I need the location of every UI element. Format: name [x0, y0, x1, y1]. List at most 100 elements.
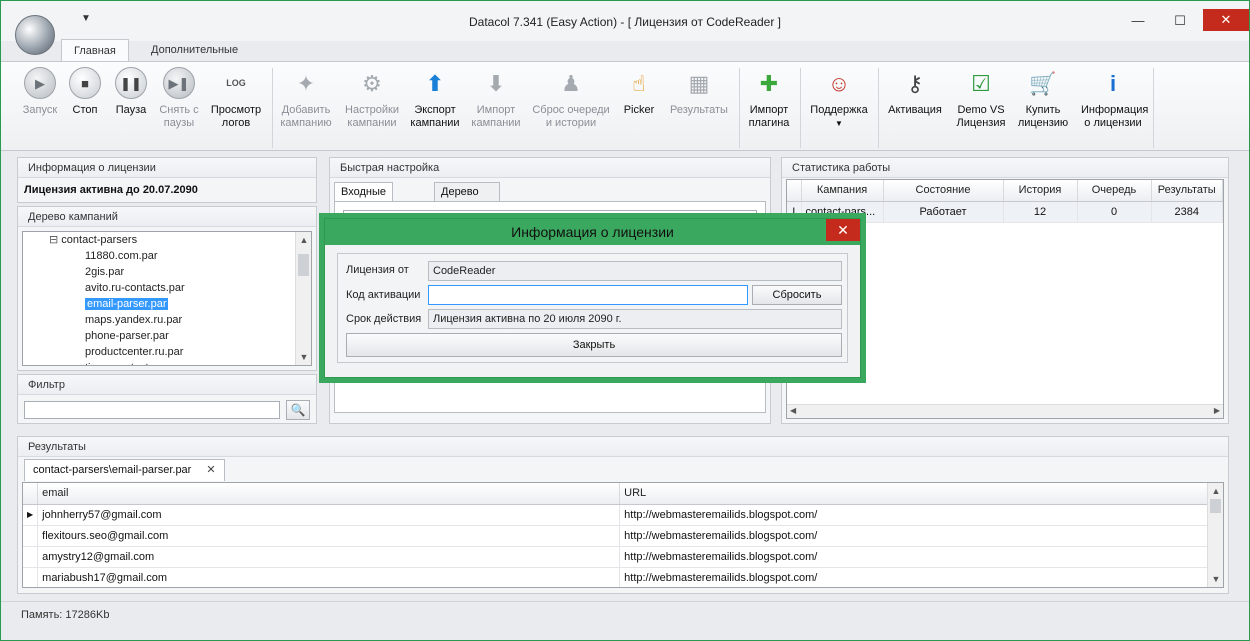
checklist-button[interactable]: ☑ Demo VS Лицензия	[949, 66, 1013, 130]
scroll-left-icon[interactable]: ◀	[790, 406, 796, 415]
search-icon[interactable]: 🔍	[286, 400, 310, 420]
results-table-icon: ▦	[688, 70, 710, 96]
tree-scrollbar[interactable]: ▲ ▼	[295, 232, 311, 365]
scroll-up-icon[interactable]: ▲	[1208, 483, 1223, 499]
log-button[interactable]: LOG Просмотр логов	[205, 66, 267, 130]
tab-additional[interactable]: Дополнительные	[139, 39, 250, 61]
cell-url: http://webmasteremailids.blogspot.com/	[619, 567, 1223, 587]
scroll-up-icon[interactable]: ▲	[296, 232, 311, 248]
col-queue[interactable]: Очередь	[1077, 180, 1152, 202]
stats-horizontal-scrollbar[interactable]: ◀ ▶	[787, 404, 1223, 418]
term-label: Срок действия	[346, 313, 422, 325]
maximize-button[interactable]: ☐	[1165, 11, 1195, 31]
cell-url: http://webmasteremailids.blogspot.com/	[619, 504, 1223, 526]
license-dialog: Информация о лицензии ✕ Лицензия от Code…	[324, 218, 861, 378]
tree-item[interactable]: tiu.ru-contacts.par	[23, 360, 311, 365]
info-button[interactable]: i Информация о лицензии	[1081, 66, 1148, 130]
ribbon: ▶ Запуск ■ Стоп ❚❚ Пауза ▶❚ Снять с паузы LOG Про…	[1, 61, 1249, 151]
results-table-button[interactable]: ▦ Результаты	[665, 66, 733, 117]
col-url[interactable]: URL	[619, 483, 1223, 505]
resume-button[interactable]: ▶❚ Снять с паузы	[149, 66, 209, 130]
scroll-down-icon[interactable]: ▼	[1208, 571, 1223, 587]
scroll-right-icon[interactable]: ▶	[1214, 406, 1220, 415]
tree-item[interactable]: avito.ru-contacts.par	[23, 280, 311, 296]
col-campaign[interactable]: Кампания	[801, 180, 884, 202]
gears-icon: ⚙	[362, 70, 382, 96]
import-arrow-button[interactable]: ⬇ Импорт кампании	[467, 66, 525, 130]
magic-wand-button[interactable]: ✦ Добавить кампанию	[275, 66, 337, 130]
term-field: Лицензия активна по 20 июля 2090 г.	[428, 309, 842, 329]
license-status-text: Лицензия активна до 20.07.2090	[24, 184, 198, 196]
picker-hand-button[interactable]: ☝ Picker	[609, 66, 669, 117]
people-reset-icon: ♟	[561, 70, 581, 96]
dialog-close-button[interactable]: ✕	[826, 219, 860, 241]
ribbon-button-label: Экспорт кампании	[410, 104, 460, 129]
stop-icon: ■	[68, 66, 102, 100]
ribbon-button-label: Просмотр логов	[210, 104, 262, 129]
results-scrollbar[interactable]: ▲ ▼	[1207, 483, 1223, 587]
row-marker	[23, 525, 39, 547]
key-button[interactable]: ⚷ Активация	[881, 66, 949, 117]
close-button[interactable]: ✕	[1203, 9, 1249, 31]
scroll-down-icon[interactable]: ▼	[296, 349, 311, 365]
activation-code-label: Код активации	[346, 289, 421, 301]
ribbon-button-label: Добавить кампанию	[280, 104, 332, 129]
dialog-title-bar: Информация о лицензии ✕	[325, 219, 860, 245]
cart-button[interactable]: 🛒 Купить лицензию	[1011, 66, 1075, 130]
campaign-tree[interactable]: ⊟ contact-parsers 11880.com.par 2gis.par a…	[22, 231, 312, 366]
magic-wand-icon: ✦	[296, 70, 316, 96]
table-row[interactable]: mariabush17@gmail.com http://webmasterema…	[23, 567, 1223, 587]
results-table[interactable]: email URL ▶ johnherry57@gmail.com http://w…	[22, 482, 1224, 588]
col-email[interactable]: email	[37, 483, 621, 505]
dialog-body: Лицензия от CodeReader Код активации Сбр…	[337, 253, 848, 363]
tab-close-icon[interactable]: ✕	[206, 464, 215, 476]
tree-item[interactable]: productcenter.ru.par	[23, 344, 311, 360]
ribbon-separator	[1153, 68, 1154, 148]
col-results[interactable]: Результаты	[1151, 180, 1223, 202]
tree-folder-item[interactable]: ⊟ contact-parsers	[23, 232, 311, 248]
dialog-close-action-button[interactable]: Закрыть	[346, 333, 842, 357]
results-tab[interactable]: contact-parsers\email-parser.par ✕	[24, 459, 225, 481]
table-row[interactable]: amystry12@gmail.com http://webmasteremail…	[23, 546, 1223, 568]
results-title: Результаты	[18, 437, 1228, 457]
activation-code-input[interactable]	[428, 285, 748, 305]
col-state[interactable]: Состояние	[883, 180, 1004, 202]
cell-email: amystry12@gmail.com	[37, 546, 621, 568]
tree-item[interactable]: maps.yandex.ru.par	[23, 312, 311, 328]
table-row[interactable]: ▶ johnherry57@gmail.com http://webmasterem…	[23, 504, 1223, 526]
tab-quick-setup-tree[interactable]: Дерево быстрой настройки	[434, 182, 501, 234]
gears-button[interactable]: ⚙ Настройки кампании	[341, 66, 403, 130]
memory-status: Память: 17286Kb	[21, 609, 110, 621]
tree-item[interactable]: phone-parser.par	[23, 328, 311, 344]
play-icon: ▶	[23, 66, 57, 100]
tab-main[interactable]: Главная	[61, 39, 129, 61]
tab-input-data[interactable]: Входные данные	[334, 182, 393, 216]
cell-results: 2384	[1151, 201, 1223, 223]
results-tab-label: contact-parsers\email-parser.par	[33, 464, 192, 476]
app-menu-globe-icon[interactable]	[15, 15, 55, 55]
scroll-thumb[interactable]	[1210, 499, 1221, 513]
minimize-button[interactable]: —	[1123, 11, 1153, 31]
reset-button[interactable]: Сбросить	[752, 285, 842, 305]
puzzle-icon: ✚	[759, 70, 779, 96]
export-arrow-button[interactable]: ⬆ Экспорт кампании	[405, 66, 465, 130]
tree-item[interactable]: email-parser.par	[23, 296, 311, 312]
scroll-thumb[interactable]	[298, 254, 309, 276]
ribbon-button-label: Настройки кампании	[345, 104, 399, 129]
col-history[interactable]: История	[1003, 180, 1078, 202]
people-reset-button[interactable]: ♟ Сброс очереди и истории	[531, 66, 611, 130]
row-marker	[23, 567, 39, 587]
support-person-button[interactable]: ☺ Поддержка ▼	[807, 66, 871, 130]
import-arrow-icon: ⬇	[486, 70, 506, 96]
tree-item[interactable]: 11880.com.par	[23, 248, 311, 264]
license-info-panel: Информация о лицензии Лицензия активна д…	[17, 157, 317, 203]
table-row[interactable]: flexitours.seo@gmail.com http://webmaster…	[23, 525, 1223, 547]
license-from-label: Лицензия от	[346, 264, 409, 276]
puzzle-button[interactable]: ✚ Импорт плагина	[739, 66, 799, 130]
filter-input[interactable]	[24, 401, 280, 419]
collapse-icon[interactable]: ⊟	[49, 234, 58, 246]
tree-item[interactable]: 2gis.par	[23, 264, 311, 280]
ribbon-button-label: Импорт плагина	[748, 104, 790, 129]
dropdown-arrow-icon[interactable]: ▼	[807, 117, 871, 130]
row-marker	[23, 546, 39, 568]
